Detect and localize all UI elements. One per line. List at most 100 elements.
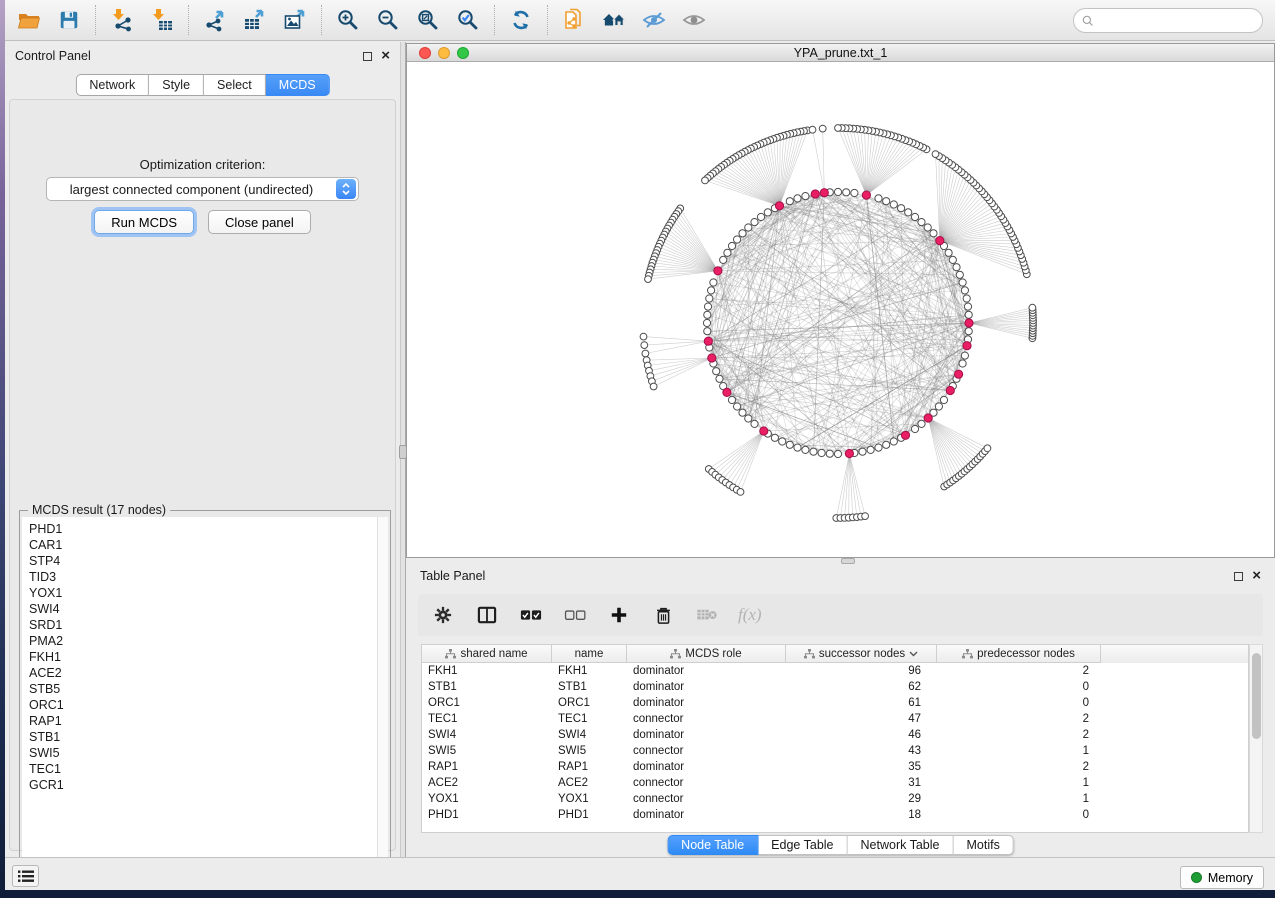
table-row[interactable]: PHD1PHD1dominator180 (422, 807, 1248, 823)
table-row[interactable]: YOX1YOX1connector291 (422, 791, 1248, 807)
tab-mcds[interactable]: MCDS (266, 74, 330, 96)
import-table-icon (150, 8, 174, 32)
table-cell: TEC1 (422, 711, 552, 727)
export-network-button[interactable] (195, 4, 235, 36)
float-panel-icon[interactable] (1234, 572, 1243, 581)
mcds-result-item[interactable]: CAR1 (29, 537, 377, 553)
table-scrollbar-thumb[interactable] (1252, 653, 1261, 739)
mcds-result-item[interactable]: ACE2 (29, 665, 377, 681)
table-cell: PHD1 (422, 807, 552, 823)
hide-selected-button[interactable] (634, 4, 674, 36)
column-header-shared-name[interactable]: shared name (422, 645, 552, 663)
show-all-button[interactable] (674, 4, 714, 36)
table-row[interactable]: TEC1TEC1connector472 (422, 711, 1248, 727)
run-mcds-button[interactable]: Run MCDS (94, 210, 194, 234)
mcds-tab-content: Optimization criterion: largest connecte… (9, 99, 396, 851)
tab-select[interactable]: Select (204, 74, 266, 96)
zoom-fit-button[interactable] (408, 4, 448, 36)
zoom-in-icon (336, 8, 360, 32)
apply-layout-button[interactable] (501, 4, 541, 36)
close-panel-icon[interactable]: × (381, 51, 390, 61)
mcds-result-item[interactable]: TID3 (29, 569, 377, 585)
show-columns-button[interactable] (474, 600, 500, 630)
function-builder-button[interactable]: f(x) (738, 605, 762, 625)
table-row[interactable]: SWI5SWI5connector431 (422, 743, 1248, 759)
mcds-result-item[interactable]: SWI5 (29, 745, 377, 761)
network-from-selection-button[interactable] (554, 4, 594, 36)
mcds-result-item[interactable]: YOX1 (29, 585, 377, 601)
select-all-button[interactable] (518, 600, 544, 630)
table-cell: 1 (937, 791, 1101, 807)
table-row[interactable]: STB1STB1dominator620 (422, 679, 1248, 695)
table-row[interactable]: RAP1RAP1dominator352 (422, 759, 1248, 775)
horizontal-split-grip[interactable] (841, 558, 855, 564)
mcds-result-item[interactable]: STP4 (29, 553, 377, 569)
export-image-button[interactable] (275, 4, 315, 36)
open-file-button[interactable] (9, 4, 49, 36)
task-history-button[interactable] (12, 865, 39, 887)
import-network-button[interactable] (102, 4, 142, 36)
float-panel-icon[interactable] (363, 52, 372, 61)
search-input[interactable] (1099, 14, 1254, 28)
tab-style[interactable]: Style (149, 74, 204, 96)
table-row[interactable]: ACE2ACE2connector311 (422, 775, 1248, 791)
add-row-button[interactable] (606, 600, 632, 630)
zoom-out-button[interactable] (368, 4, 408, 36)
table-row[interactable]: SWI4SWI4dominator462 (422, 727, 1248, 743)
mcds-result-item[interactable]: PHD1 (29, 521, 377, 537)
table-cell: STB1 (552, 679, 627, 695)
tab-network[interactable]: Network (75, 74, 149, 96)
network-canvas[interactable] (407, 62, 1274, 557)
criterion-dropdown[interactable]: largest connected component (undirected) (46, 177, 359, 201)
main-toolbar (5, 0, 1275, 41)
table-row[interactable]: FKH1FKH1dominator962 (422, 663, 1248, 679)
tab-network-table[interactable]: Network Table (848, 835, 954, 855)
column-header-mcds-role[interactable]: MCDS role (627, 645, 786, 663)
mcds-result-item[interactable]: RAP1 (29, 713, 377, 729)
delete-row-button[interactable] (650, 600, 676, 630)
mcds-result-item[interactable]: SRD1 (29, 617, 377, 633)
tab-node-table[interactable]: Node Table (667, 835, 758, 855)
table-cell: 35 (786, 759, 937, 775)
mcds-result-item[interactable]: ORC1 (29, 697, 377, 713)
mcds-result-item[interactable]: GCR1 (29, 777, 377, 793)
table-settings-button[interactable] (430, 600, 456, 630)
column-header-successor-nodes[interactable]: successor nodes (786, 645, 937, 663)
mcds-result-item[interactable]: STB1 (29, 729, 377, 745)
mcds-result-item[interactable]: PMA2 (29, 633, 377, 649)
table-panel-titlebar: Table Panel × (406, 565, 1275, 587)
eye-icon (681, 9, 707, 31)
close-panel-button[interactable]: Close panel (208, 210, 311, 234)
export-table-button[interactable] (235, 4, 275, 36)
import-table-button[interactable] (142, 4, 182, 36)
table-scrollbar[interactable] (1249, 644, 1263, 833)
table-cell: FKH1 (422, 663, 552, 679)
zoom-in-button[interactable] (328, 4, 368, 36)
mcds-result-item[interactable]: FKH1 (29, 649, 377, 665)
tab-motifs[interactable]: Motifs (953, 835, 1013, 855)
column-header-name[interactable]: name (552, 645, 627, 663)
close-panel-icon[interactable]: × (1252, 571, 1261, 581)
mcds-result-list[interactable]: PHD1CAR1STP4TID3YOX1SWI4SRD1PMA2FKH1ACE2… (22, 517, 377, 879)
deselect-all-button[interactable] (562, 600, 588, 630)
table-cell: 46 (786, 727, 937, 743)
mcds-result-item[interactable]: TEC1 (29, 761, 377, 777)
memory-label: Memory (1208, 871, 1253, 885)
network-graph[interactable] (407, 62, 1274, 557)
table-cell: 2 (937, 663, 1101, 679)
first-neighbors-button[interactable] (594, 4, 634, 36)
column-header-predecessor-nodes[interactable]: predecessor nodes (937, 645, 1101, 663)
import-network-icon (110, 8, 134, 32)
mcds-result-item[interactable]: SWI4 (29, 601, 377, 617)
mcds-list-scrollbar[interactable] (377, 517, 388, 879)
delete-table-button[interactable] (694, 600, 720, 630)
mcds-result-groupbox: MCDS result (17 nodes) PHD1CAR1STP4TID3Y… (19, 510, 391, 882)
refresh-layout-icon (509, 8, 533, 32)
memory-button[interactable]: Memory (1180, 866, 1264, 889)
network-window-title: YPA_prune.txt_1 (407, 46, 1274, 60)
zoom-selected-button[interactable] (448, 4, 488, 36)
table-row[interactable]: ORC1ORC1dominator610 (422, 695, 1248, 711)
mcds-result-item[interactable]: STB5 (29, 681, 377, 697)
tab-edge-table[interactable]: Edge Table (758, 835, 847, 855)
save-session-button[interactable] (49, 4, 89, 36)
